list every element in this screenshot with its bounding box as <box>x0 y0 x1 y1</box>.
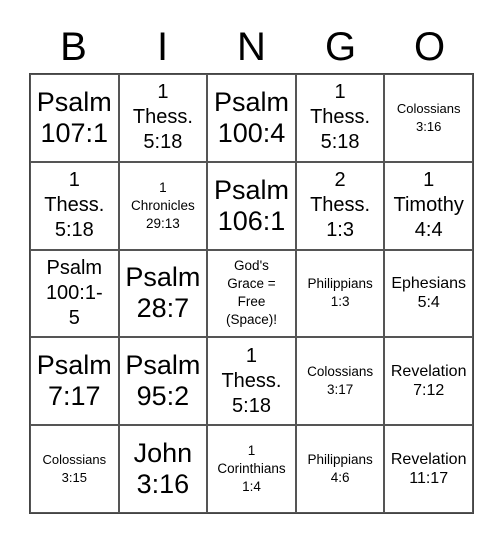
bingo-cell[interactable]: Psalm 107:1 <box>30 74 119 162</box>
bingo-cell[interactable]: Revelation 11:17 <box>384 425 473 513</box>
bingo-cell[interactable]: 2 Thess. 1:3 <box>295 161 385 250</box>
bingo-cell[interactable]: 1 Chronicles 29:13 <box>118 161 208 250</box>
bingo-cell[interactable]: 1 Thess. 5:18 <box>118 74 208 162</box>
bingo-cell[interactable]: Colossians 3:15 <box>30 425 119 513</box>
column-letter-o: O <box>413 25 446 69</box>
column-letter-i: I <box>156 25 169 69</box>
column-letter-n: N <box>237 25 266 69</box>
bingo-cell[interactable]: Psalm 106:1 <box>207 161 296 250</box>
bingo-cell[interactable]: 1 Timothy 4:4 <box>384 161 473 250</box>
bingo-cell[interactable]: Psalm 95:2 <box>118 337 208 426</box>
bingo-cell[interactable]: Psalm 100:4 <box>207 74 296 162</box>
bingo-cell[interactable]: 1 Corinthians 1:4 <box>207 425 296 513</box>
bingo-cell[interactable]: Psalm 7:17 <box>30 337 119 426</box>
bingo-cell[interactable]: Psalm 100:1- 5 <box>30 249 119 338</box>
column-letter-b: B <box>60 25 87 69</box>
bingo-cell[interactable]: Revelation 7:12 <box>384 337 473 426</box>
bingo-cell[interactable]: 1 Thess. 5:18 <box>295 74 385 162</box>
bingo-cell[interactable]: 1 Thess. 5:18 <box>207 337 296 426</box>
bingo-cell[interactable]: Ephesians 5:4 <box>384 249 473 338</box>
bingo-cell[interactable]: Colossians 3:16 <box>384 74 473 162</box>
free-space-cell[interactable]: God's Grace = Free (Space)! <box>207 249 296 338</box>
bingo-cell[interactable]: Philippians 4:6 <box>295 425 385 513</box>
bingo-cell[interactable]: John 3:16 <box>118 425 208 513</box>
bingo-card-grid: Psalm 107:1 1 Thess. 5:18 Psalm 100:4 1 The… <box>29 73 474 514</box>
column-letter-g: G <box>324 25 357 69</box>
bingo-header: B I N G O <box>29 22 474 72</box>
bingo-cell[interactable]: Colossians 3:17 <box>295 337 385 426</box>
bingo-cell[interactable]: Philippians 1:3 <box>295 249 385 338</box>
bingo-cell[interactable]: 1 Thess. 5:18 <box>30 161 119 250</box>
bingo-cell[interactable]: Psalm 28:7 <box>118 249 208 338</box>
